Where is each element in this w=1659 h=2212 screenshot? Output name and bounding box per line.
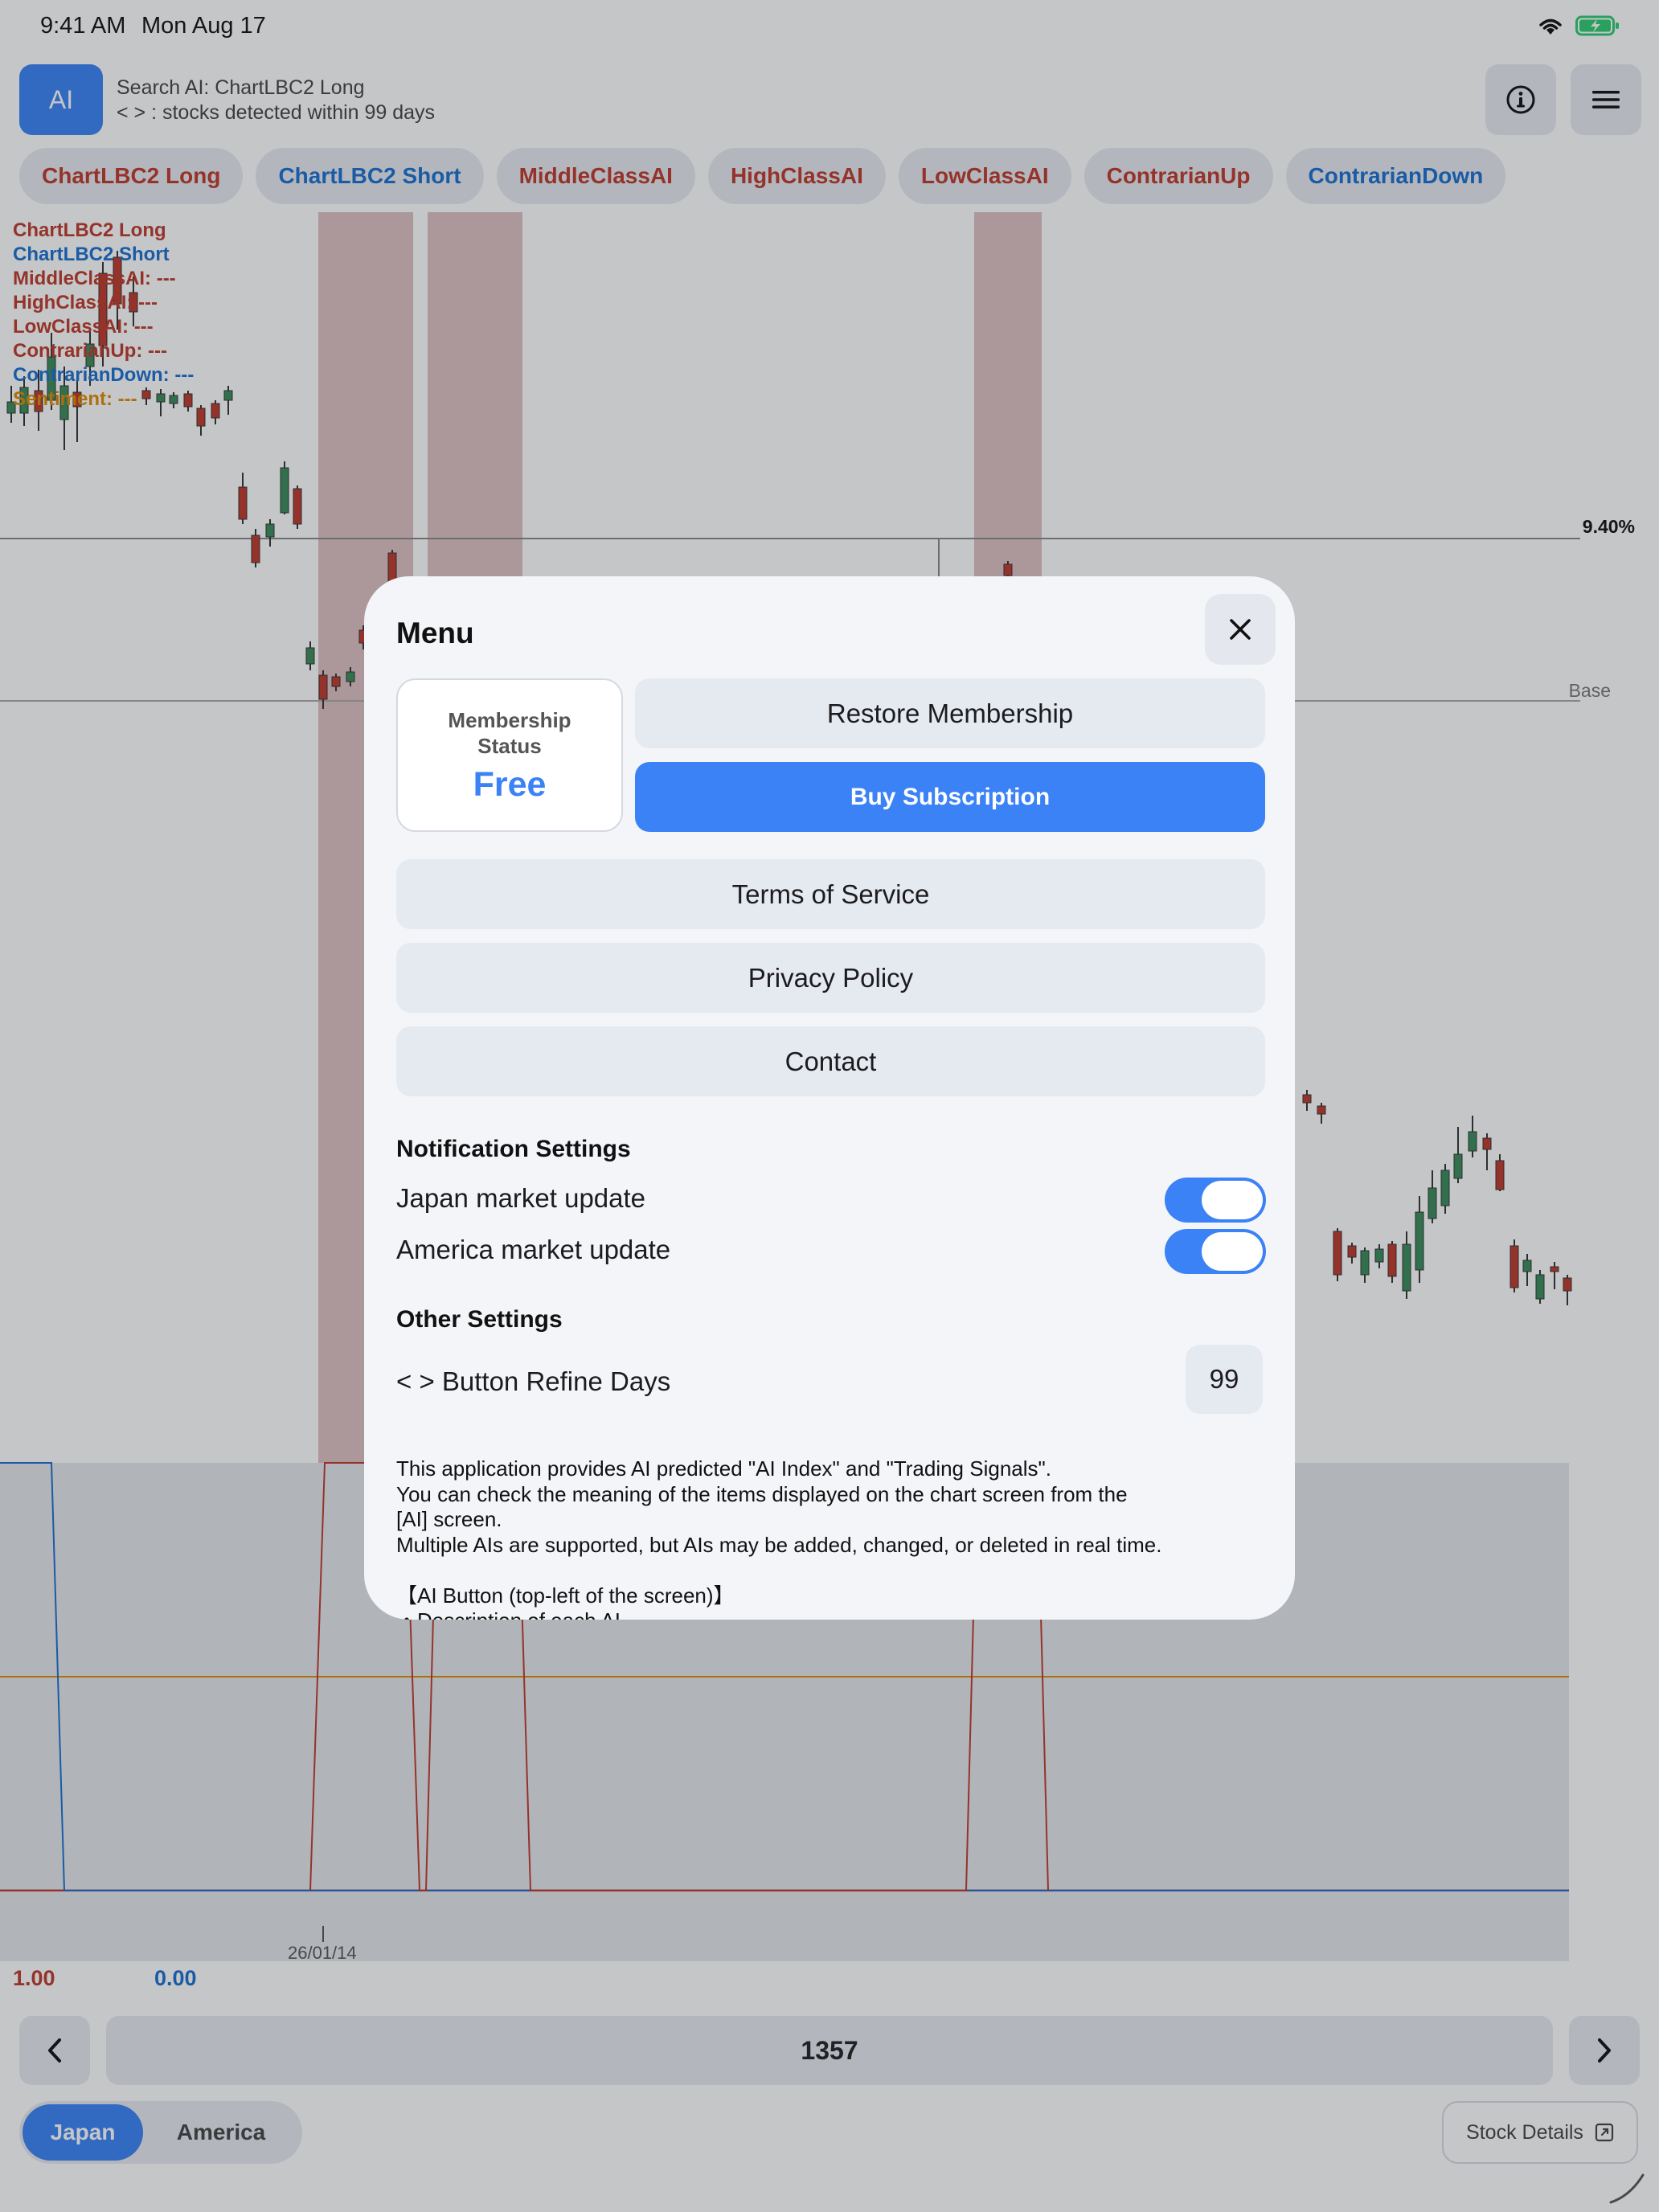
description-line: ・Description of each AI <box>396 1608 1264 1620</box>
close-icon <box>1230 619 1251 640</box>
menu-title: Menu <box>396 616 474 649</box>
buy-subscription-button[interactable]: Buy Subscription <box>635 762 1265 832</box>
membership-status-card: Membership Status Free <box>396 678 623 832</box>
description-line: Multiple AIs are supported, but AIs may … <box>396 1532 1162 1557</box>
description-line: This application provides AI predicted "… <box>396 1456 1051 1481</box>
america-market-update-toggle[interactable] <box>1165 1229 1266 1274</box>
contact-button[interactable]: Contact <box>396 1026 1265 1096</box>
menu-modal: Menu Membership Status Free Restore Memb… <box>364 576 1295 1620</box>
description-line <box>396 1558 1264 1583</box>
refine-days-label: < > Button Refine Days <box>396 1366 671 1396</box>
toggle-knob <box>1202 1232 1263 1271</box>
terms-of-service-button[interactable]: Terms of Service <box>396 859 1265 929</box>
america-market-update-label: America market update <box>396 1235 671 1264</box>
restore-membership-button[interactable]: Restore Membership <box>635 678 1265 748</box>
description-line: [AI] screen. <box>396 1507 502 1531</box>
refine-days-input[interactable]: 99 <box>1186 1345 1263 1414</box>
description-line: 【AI Button (top-left of the screen)】 <box>396 1583 735 1608</box>
toggle-knob <box>1202 1181 1263 1219</box>
app-description: This application provides AI predicted "… <box>396 1456 1264 1620</box>
description-line: You can check the meaning of the items d… <box>396 1481 1128 1506</box>
close-menu-button[interactable] <box>1205 594 1276 665</box>
membership-status-value: Free <box>473 765 547 804</box>
notification-settings-heading: Notification Settings <box>396 1136 631 1162</box>
other-settings-heading: Other Settings <box>396 1306 563 1333</box>
japan-market-update-label: Japan market update <box>396 1183 646 1213</box>
privacy-policy-button[interactable]: Privacy Policy <box>396 943 1265 1013</box>
membership-status-label: Membership Status <box>448 708 571 758</box>
japan-market-update-toggle[interactable] <box>1165 1178 1266 1223</box>
